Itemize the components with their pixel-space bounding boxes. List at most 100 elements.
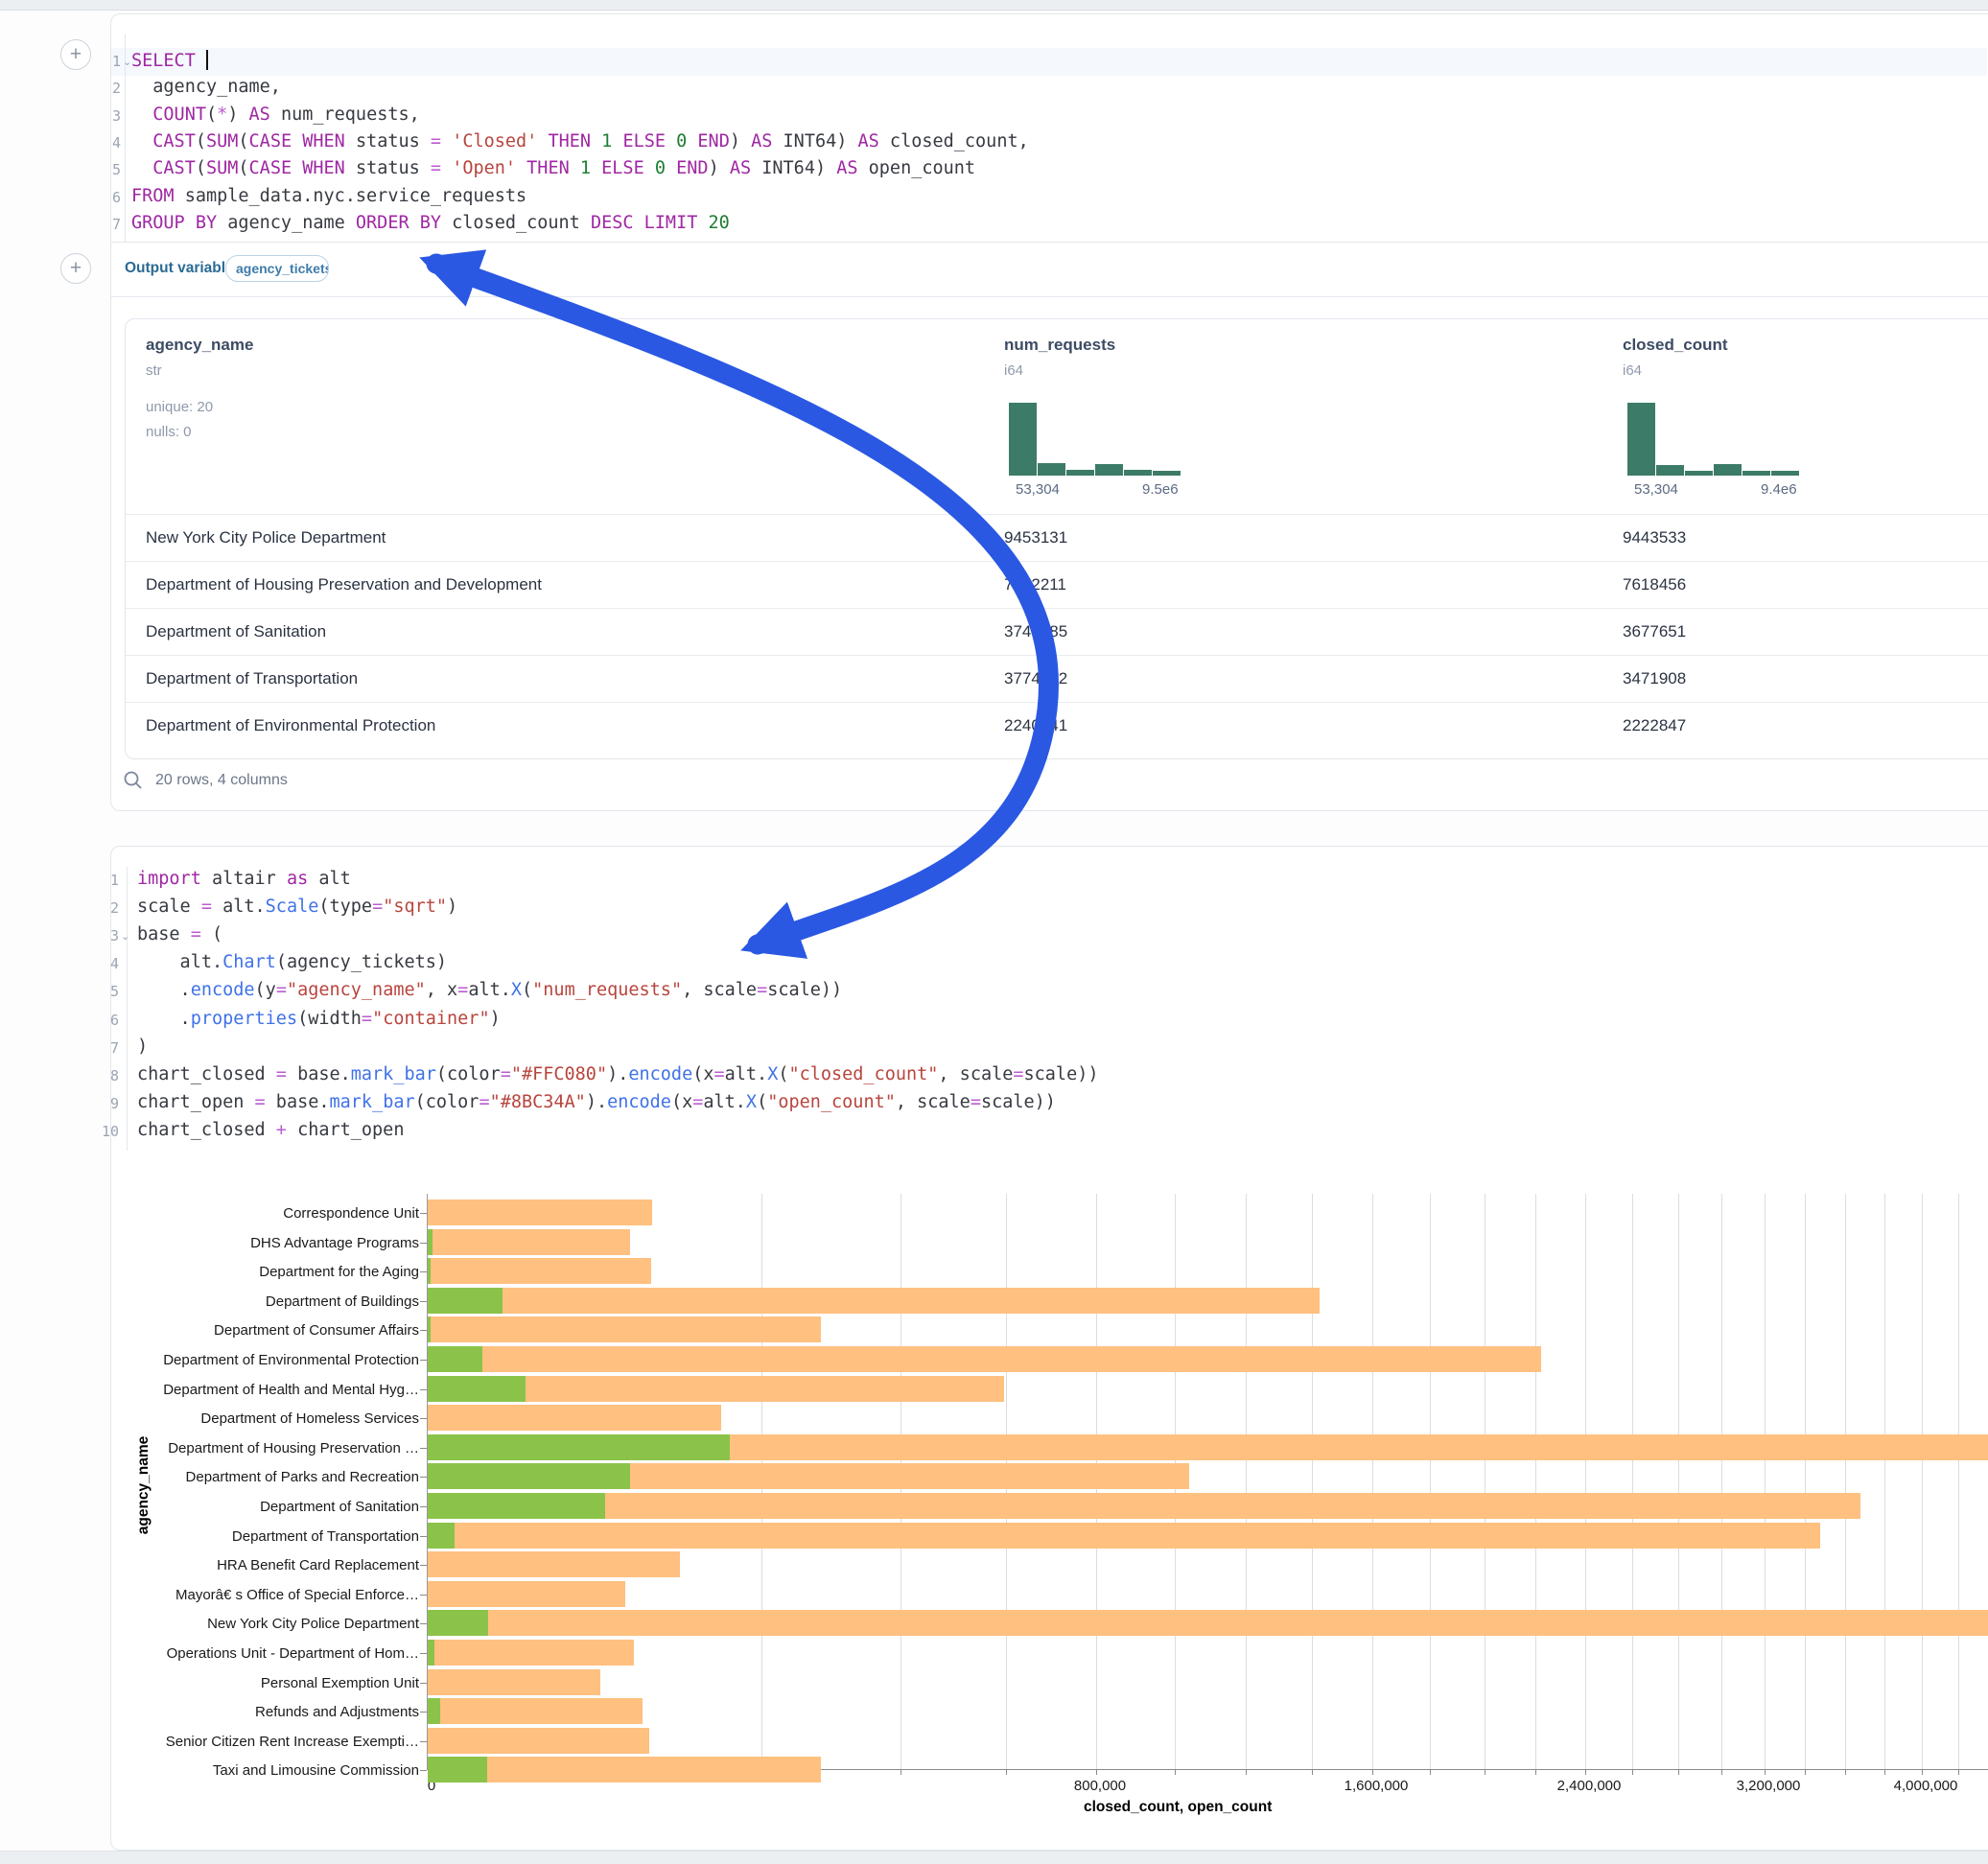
code-line: 3 COUNT(*) AS num_requests, xyxy=(110,103,1988,130)
table-cell: 3774892 xyxy=(1004,669,1067,688)
column-header[interactable]: num_requests xyxy=(1004,336,1115,355)
column-header[interactable]: agency_name xyxy=(146,336,253,355)
table-cell: 3749485 xyxy=(1004,622,1067,641)
code-text: GROUP BY agency_name ORDER BY closed_cou… xyxy=(131,213,730,233)
column-histogram xyxy=(1627,403,1799,476)
code-text: COUNT(*) AS num_requests, xyxy=(131,105,420,125)
line-number: 2 xyxy=(96,80,121,97)
line-number: 5 xyxy=(96,161,121,178)
code-line: 7GROUP BY agency_name ORDER BY closed_co… xyxy=(110,211,1988,239)
code-text: FROM sample_data.nyc.service_requests xyxy=(131,186,526,206)
histogram-bar xyxy=(1038,463,1065,476)
output-variable-pill[interactable]: agency_tickets xyxy=(225,255,329,282)
line-number: 4 xyxy=(94,955,119,972)
code-line: 2scale = alt.Scale(type="sqrt") xyxy=(110,895,1988,922)
code-line: 10chart_closed + chart_open xyxy=(110,1118,1988,1146)
table-cell: 2222847 xyxy=(1623,716,1686,735)
histogram-min-label: 53,304 xyxy=(1016,481,1060,498)
line-number: 8 xyxy=(94,1067,119,1084)
histogram-min-label: 53,304 xyxy=(1634,481,1678,498)
column-unique-count: unique: 20 xyxy=(146,399,213,415)
code-text: chart_closed = base.mark_bar(color="#FFC… xyxy=(137,1064,1098,1084)
line-number: 3 xyxy=(96,107,121,125)
histogram-bar xyxy=(1095,464,1123,476)
histogram-max-label: 9.4e6 xyxy=(1761,481,1797,498)
output-variable-bar: Output variable: agency_tickets xyxy=(110,242,1988,297)
code-text: scale = alt.Scale(type="sqrt") xyxy=(137,897,457,917)
line-number: 7 xyxy=(94,1039,119,1057)
line-number: 7 xyxy=(96,216,121,233)
code-line: 4 CAST(SUM(CASE WHEN status = 'Closed' T… xyxy=(110,129,1988,157)
code-text: .properties(width="container") xyxy=(137,1009,501,1029)
table-cell: 9443533 xyxy=(1623,528,1686,548)
table-cell: New York City Police Department xyxy=(146,528,386,548)
histogram-bar xyxy=(1153,471,1181,476)
code-text: base = ( xyxy=(137,924,222,944)
table-row[interactable]: New York City Police Department 9453131 94… xyxy=(126,514,1988,562)
column-type: str xyxy=(146,362,162,379)
add-cell-button-middle[interactable]: + xyxy=(60,253,91,284)
histogram-bar xyxy=(1627,403,1655,476)
code-line: 6FROM sample_data.nyc.service_requests xyxy=(110,184,1988,212)
table-row[interactable]: Department of Environmental Protection22… xyxy=(126,702,1988,750)
code-text: chart_closed + chart_open xyxy=(137,1120,404,1140)
code-text: CAST(SUM(CASE WHEN status = 'Open' THEN … xyxy=(131,158,975,178)
search-icon[interactable] xyxy=(123,770,144,791)
collapse-chevron-icon[interactable]: ⌄ xyxy=(123,56,131,68)
code-text: chart_open = base.mark_bar(color="#8BC34… xyxy=(137,1092,1056,1112)
code-line: 1⌄SELECT xyxy=(110,48,1988,76)
column-histogram xyxy=(1009,403,1181,476)
histogram-bar xyxy=(1124,470,1152,476)
table-row[interactable]: Department of Sanitation 3749485 3677651 xyxy=(126,608,1988,656)
table-row-count: 20 rows, 4 columns xyxy=(155,772,288,789)
code-text: SELECT xyxy=(131,50,208,71)
bottom-strip xyxy=(0,1851,1988,1864)
code-line: 7) xyxy=(110,1035,1988,1062)
code-line: 4 alt.Chart(agency_tickets) xyxy=(110,950,1988,978)
table-cell: 3471908 xyxy=(1623,669,1686,688)
table-cell: 2240041 xyxy=(1004,716,1067,735)
code-line: 1import altair as alt xyxy=(110,867,1988,895)
code-text: import altair as alt xyxy=(137,869,351,889)
code-line: 9chart_open = base.mark_bar(color="#8BC3… xyxy=(110,1090,1988,1118)
column-type: i64 xyxy=(1623,362,1642,379)
histogram-bar xyxy=(1656,465,1684,476)
collapse-chevron-icon[interactable]: ⌄ xyxy=(121,930,129,943)
code-text: CAST(SUM(CASE WHEN status = 'Closed' THE… xyxy=(131,131,1029,151)
notebook-page: + + 1⌄SELECT 2 agency_name,3 COUNT(*) AS… xyxy=(0,0,1988,1864)
line-number: 10 xyxy=(94,1123,119,1140)
line-number: 9 xyxy=(94,1095,119,1112)
table-cell: Department of Transportation xyxy=(146,669,358,688)
column-header[interactable]: closed_count xyxy=(1623,336,1728,355)
code-text: agency_name, xyxy=(131,77,281,97)
histogram-bar xyxy=(1066,470,1094,476)
line-number: 3 xyxy=(94,927,119,944)
line-number: 4 xyxy=(96,134,121,151)
histogram-max-label: 9.5e6 xyxy=(1142,481,1179,498)
table-row[interactable]: Department of Housing Preservation and D… xyxy=(126,561,1988,609)
code-line: 5 .encode(y="agency_name", x=alt.X("num_… xyxy=(110,978,1988,1006)
code-text: .encode(y="agency_name", x=alt.X("num_re… xyxy=(137,980,842,1000)
table-cell: Department of Housing Preservation and D… xyxy=(146,575,542,594)
table-cell: 7618456 xyxy=(1623,575,1686,594)
table-cell: 7782211 xyxy=(1004,575,1066,594)
histogram-bar xyxy=(1009,403,1037,476)
histogram-bar xyxy=(1714,464,1742,476)
table-row[interactable]: Department of Transportation 3774892 34719… xyxy=(126,655,1988,703)
text-cursor xyxy=(206,50,208,70)
code-text: ) xyxy=(137,1037,148,1057)
line-number: 6 xyxy=(94,1012,119,1029)
column-type: i64 xyxy=(1004,362,1023,379)
line-number: 5 xyxy=(94,983,119,1000)
line-number: 2 xyxy=(94,899,119,917)
line-number: 6 xyxy=(96,189,121,206)
table-cell: Department of Sanitation xyxy=(146,622,326,641)
output-variable-label: Output variable: xyxy=(125,260,239,277)
table-cell: 9453131 xyxy=(1004,528,1067,548)
add-cell-button-top[interactable]: + xyxy=(60,39,91,70)
line-number: 1 xyxy=(94,872,119,889)
histogram-bar xyxy=(1771,471,1799,476)
table-cell: 3677651 xyxy=(1623,622,1686,641)
code-line: 6 .properties(width="container") xyxy=(110,1007,1988,1035)
histogram-bar xyxy=(1742,471,1770,476)
